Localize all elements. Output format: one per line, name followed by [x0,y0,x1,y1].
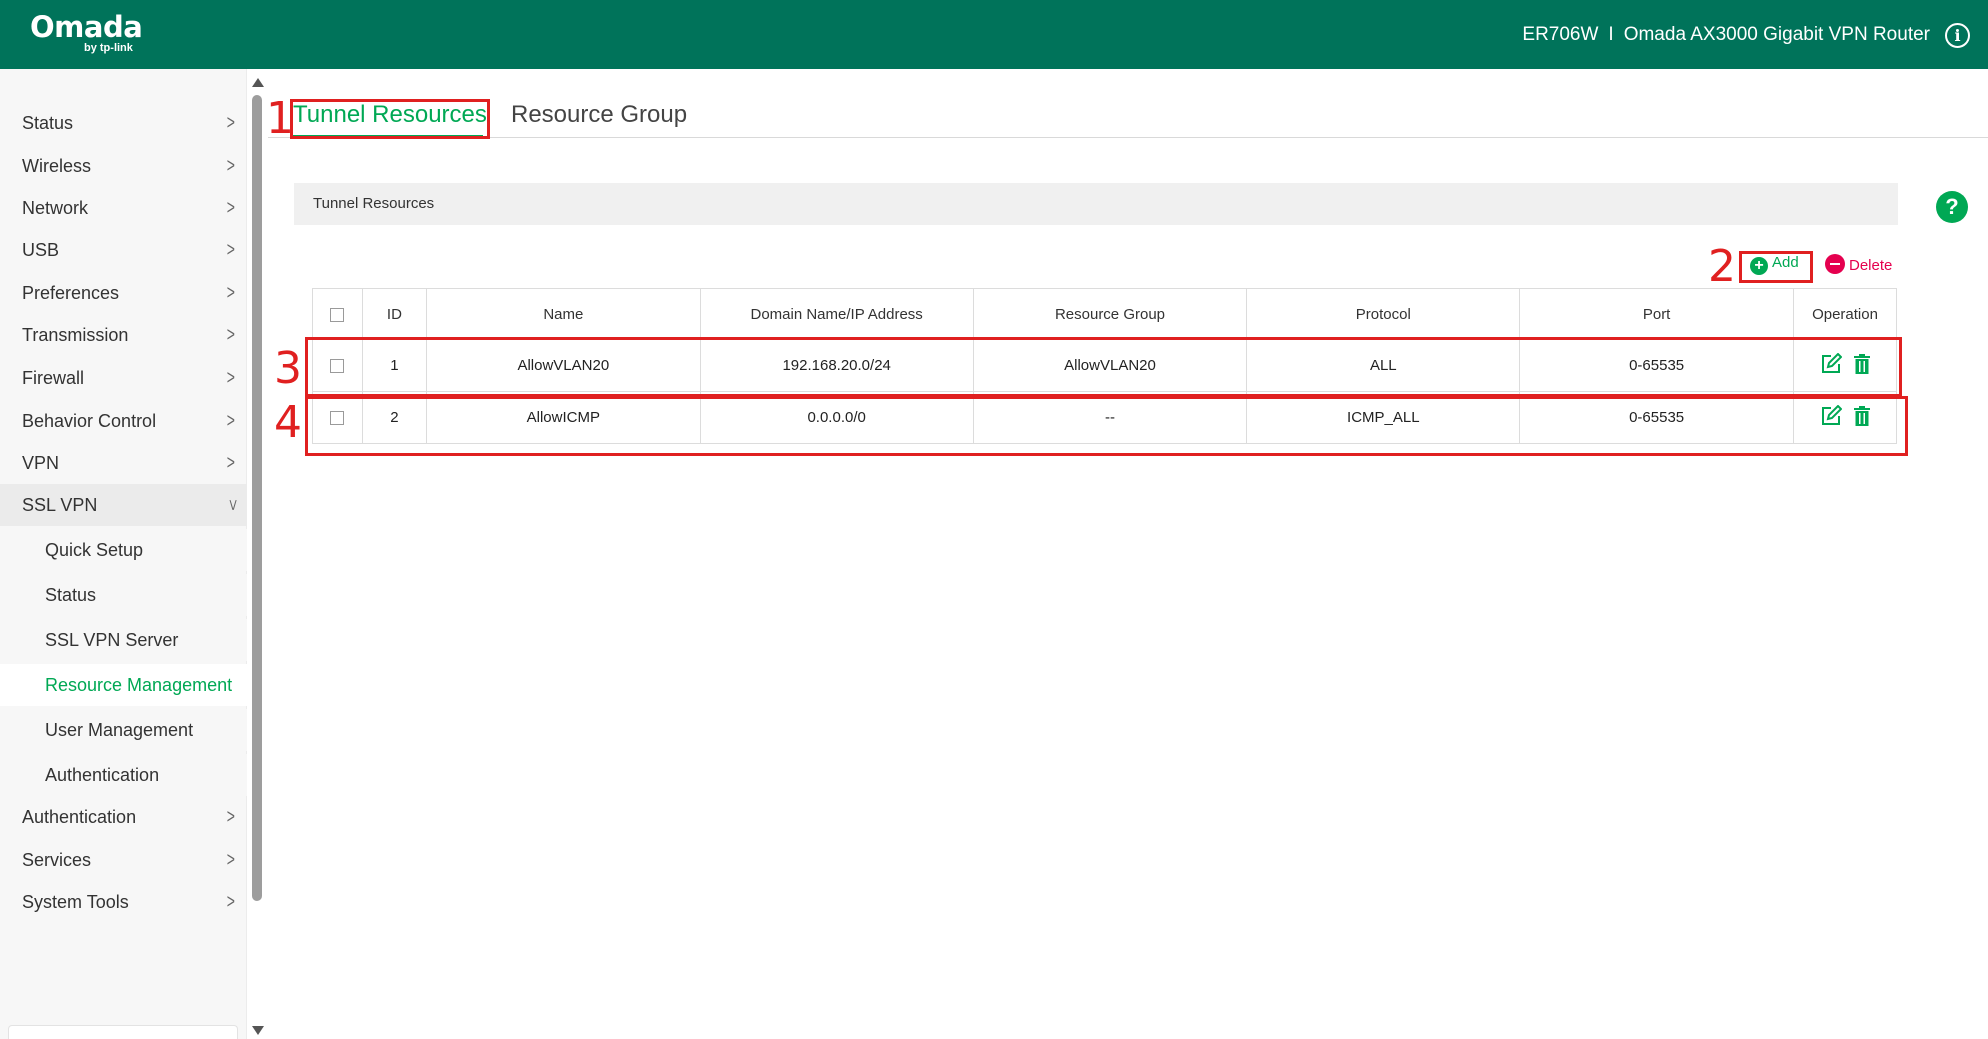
logo-text: Omada [30,10,143,44]
minus-circle-icon [1825,254,1845,274]
annotation-number-2: 2 [1708,241,1736,292]
column-header-operation: Operation [1793,288,1897,340]
sidebar-item-authentication[interactable]: Authentication > [0,796,247,838]
scroll-up-arrow-icon[interactable] [252,78,264,87]
sidebar-subitem-label: Resource Management [45,675,233,695]
chevron-right-icon: > [227,282,236,304]
sidebar-item-ssl-vpn[interactable]: SSL VPN > [0,484,247,526]
chevron-right-icon: > [227,197,236,219]
column-header-resource-group[interactable]: Resource Group [972,288,1248,340]
chevron-right-icon: > [227,324,236,346]
sidebar-footer-panel [8,1025,238,1039]
sidebar-subitem-authentication[interactable]: Authentication [0,754,247,796]
tabs-divider [268,137,1988,138]
column-header-protocol[interactable]: Protocol [1246,288,1521,340]
sidebar-subitem-status[interactable]: Status [0,574,247,616]
chevron-right-icon: > [227,410,236,432]
sidebar-scrollbar[interactable] [250,75,264,1039]
annotation-number-4: 4 [274,397,302,448]
delete-button-label: Delete [1849,257,1893,274]
sidebar-item-services[interactable]: Services > [0,839,247,881]
column-header-name[interactable]: Name [425,288,701,340]
sidebar-item-firewall[interactable]: Firewall > [0,357,247,399]
title-separator: I [1608,24,1614,45]
annotation-box-add-button [1739,251,1813,283]
sidebar-item-label: Transmission [22,325,129,345]
chevron-right-icon: > [227,452,236,474]
section-header: Tunnel Resources [294,183,1898,225]
sidebar-item-label: Network [22,198,89,218]
sidebar-subitem-quick-setup[interactable]: Quick Setup [0,529,247,571]
column-header-port[interactable]: Port [1519,288,1794,340]
sidebar-subitem-label: User Management [45,720,194,740]
chevron-right-icon: > [227,806,236,828]
scroll-down-arrow-icon[interactable] [252,1026,264,1035]
sidebar-item-status[interactable]: Status > [0,102,247,144]
sidebar-item-label: Status [22,113,74,133]
chevron-right-icon: > [227,155,236,177]
column-header-id[interactable]: ID [361,288,427,340]
scrollbar-thumb[interactable] [252,95,262,901]
sidebar-item-label: Behavior Control [22,411,157,431]
sidebar-item-preferences[interactable]: Preferences > [0,272,247,314]
tab-resource-group[interactable]: Resource Group [511,101,687,129]
chevron-right-icon: > [227,367,236,389]
sidebar-item-vpn[interactable]: VPN > [0,442,247,484]
annotation-box-row-2 [305,396,1908,456]
sidebar-subitem-label: Status [45,585,97,605]
sidebar-item-label: Wireless [22,156,92,176]
sidebar-item-label: USB [22,240,60,260]
sidebar-subitem-resource-management[interactable]: Resource Management [0,664,247,706]
select-all-cell [312,288,363,340]
sidebar-subitem-label: Authentication [45,765,160,785]
sidebar-item-label: Firewall [22,368,85,388]
logo-subtext: by tp-link [84,42,133,54]
sidebar-subitem-ssl-vpn-server[interactable]: SSL VPN Server [0,619,247,661]
sidebar-item-network[interactable]: Network > [0,187,247,229]
sidebar-item-wireless[interactable]: Wireless > [0,145,247,187]
top-header: Omada by tp-link ER706W I Omada AX3000 Gig… [0,0,1988,69]
device-name: Omada AX3000 Gigabit VPN Router [1623,24,1930,45]
annotation-box-row-1 [305,337,1902,397]
help-icon[interactable]: ? [1936,191,1968,223]
sidebar-item-label: VPN [22,453,60,473]
sidebar-item-transmission[interactable]: Transmission > [0,314,247,356]
info-icon[interactable]: i [1945,23,1970,48]
chevron-right-icon: > [227,112,236,134]
sidebar-subitem-label: Quick Setup [45,540,144,560]
sidebar-subitem-label: SSL VPN Server [45,630,179,650]
delete-button[interactable]: Delete [1825,254,1892,274]
sidebar-item-label: Services [22,850,92,870]
table-header-row: ID Name Domain Name/IP Address Resource … [312,288,1897,340]
chevron-down-icon: > [225,499,241,511]
sidebar-item-label: System Tools [22,892,129,912]
chevron-right-icon: > [227,239,236,261]
sidebar-item-behavior-control[interactable]: Behavior Control > [0,400,247,442]
sidebar-item-label: Authentication [22,807,137,827]
sidebar-item-label: SSL VPN [22,495,98,515]
annotation-box-tunnel-tab [290,99,490,139]
chevron-right-icon: > [227,849,236,871]
sidebar-nav: Status > Wireless > Network > USB > Preferen… [0,69,247,1039]
main-content: Tunnel Resources Resource Group Tunnel R… [266,69,1988,1039]
sidebar-item-usb[interactable]: USB > [0,229,247,271]
select-all-checkbox[interactable] [330,307,345,322]
sidebar-subitem-user-management[interactable]: User Management [0,709,247,751]
column-header-address[interactable]: Domain Name/IP Address [699,288,974,340]
sidebar-item-system-tools[interactable]: System Tools > [0,881,247,923]
annotation-number-3: 3 [274,343,302,394]
device-model: ER706W [1522,24,1599,45]
sidebar-item-label: Preferences [22,283,120,303]
omada-logo: Omada by tp-link [30,10,143,54]
chevron-right-icon: > [227,891,236,913]
device-title: ER706W I Omada AX3000 Gigabit VPN Router [1522,24,1930,46]
